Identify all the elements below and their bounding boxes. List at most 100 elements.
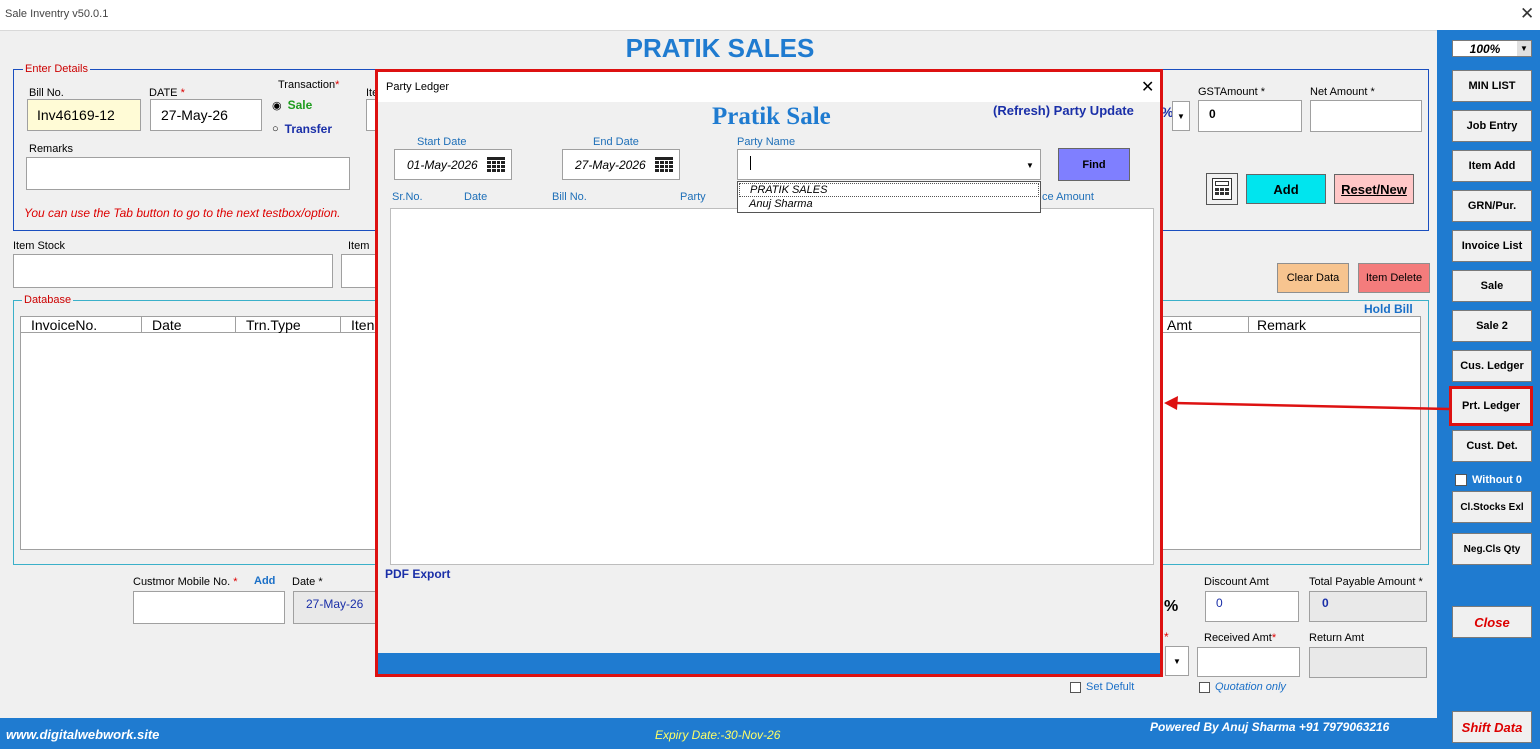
sidebar-job-entry[interactable]: Job Entry	[1452, 110, 1532, 142]
end-date-picker[interactable]: 27-May-2026	[562, 149, 680, 180]
transaction-label: Transaction*	[278, 79, 340, 91]
return-amt-field[interactable]	[1309, 647, 1427, 678]
checkbox-icon	[1455, 474, 1467, 486]
sidebar-cust-det[interactable]: Cust. Det.	[1452, 430, 1532, 462]
pdf-export-link[interactable]: PDF Export	[385, 567, 450, 581]
col-amt[interactable]: Amt	[1159, 317, 1249, 333]
radio-checked-icon: ◉	[272, 99, 282, 112]
sidebar-item-add[interactable]: Item Add	[1452, 150, 1532, 182]
without-zero-checkbox[interactable]: Without 0	[1455, 474, 1522, 486]
dropdown-arrow-icon: ▼	[1173, 656, 1181, 666]
transfer-radio[interactable]: ○ Transfer	[272, 122, 332, 136]
calendar-icon	[487, 156, 505, 173]
payment-mode-dropdown[interactable]: ▼	[1165, 646, 1189, 676]
sidebar-sale-2[interactable]: Sale 2	[1452, 310, 1532, 342]
dialog-heading: Pratik Sale	[712, 103, 831, 130]
bill-no-field[interactable]: Inv46169-12	[27, 99, 141, 131]
bottom-percent-sign: %	[1164, 598, 1179, 615]
footer-site[interactable]: www.digitalwebwork.site	[6, 727, 159, 742]
footer-powered: Powered By Anuj Sharma +91 7979063216	[1150, 720, 1390, 734]
party-dropdown-list[interactable]: PRATIK SALES Anuj Sharma	[737, 181, 1041, 213]
col-bill-no: Bill No.	[552, 191, 587, 203]
add-customer-link[interactable]: Add	[254, 575, 275, 587]
party-ledger-dialog: Party Ledger ✕ Pratik Sale (Refresh) Par…	[375, 69, 1163, 677]
party-option[interactable]: PRATIK SALES	[739, 183, 1039, 197]
gst-amount-label: GSTAmount *	[1198, 86, 1266, 98]
dialog-status-bar	[378, 653, 1160, 674]
item-field-stub-2[interactable]	[341, 254, 377, 288]
party-option[interactable]: Anuj Sharma	[738, 198, 1040, 212]
sidebar-min-list[interactable]: MIN LIST	[1452, 70, 1532, 102]
dropdown-arrow-icon: ▼	[1026, 161, 1034, 170]
refresh-party-update-link[interactable]: (Refresh) Party Update	[993, 103, 1134, 118]
net-amount-field[interactable]	[1310, 100, 1422, 132]
sidebar-grn-pur[interactable]: GRN/Pur.	[1452, 190, 1532, 222]
checkbox-icon	[1199, 681, 1210, 693]
item-stock-label: Item Stock	[13, 240, 65, 252]
col-remark[interactable]: Remark	[1249, 317, 1421, 333]
gst-amount-field[interactable]: 0	[1198, 100, 1302, 132]
sale-radio[interactable]: ◉ Sale	[272, 98, 312, 112]
sidebar-cl-stocks-exl[interactable]: Cl.Stocks Exl	[1452, 491, 1532, 523]
dialog-close-icon[interactable]: ✕	[1141, 77, 1154, 97]
calculator-button[interactable]	[1206, 173, 1238, 205]
clear-data-button[interactable]: Clear Data	[1277, 263, 1349, 293]
sidebar-close-button[interactable]: Close	[1452, 606, 1532, 638]
net-amount-label: Net Amount *	[1310, 86, 1375, 98]
set-default-checkbox[interactable]: Set Defult	[1070, 681, 1134, 693]
dropdown-arrow-icon: ▼	[1177, 111, 1185, 121]
sidebar-cus-ledger[interactable]: Cus. Ledger	[1452, 350, 1532, 382]
calendar-icon	[655, 156, 673, 173]
quotation-only-checkbox[interactable]: Quotation only	[1199, 681, 1286, 693]
radio-unchecked-icon: ○	[272, 123, 279, 135]
remarks-field[interactable]	[26, 157, 350, 190]
bottom-date-field[interactable]: 27-May-26	[293, 591, 379, 624]
customer-mobile-label: Custmor Mobile No. *	[133, 576, 238, 588]
database-legend: Database	[22, 294, 74, 306]
sidebar-prt-ledger[interactable]: Prt. Ledger	[1449, 386, 1533, 426]
party-name-combobox[interactable]: ▼	[737, 149, 1041, 180]
item-label-stub-2: Item	[348, 240, 370, 252]
discount-amt-field[interactable]: 0	[1205, 591, 1299, 622]
sidebar-invoice-list[interactable]: Invoice List	[1452, 230, 1532, 262]
find-button[interactable]: Find	[1058, 148, 1130, 181]
brand-title: PRATIK SALES	[625, 33, 815, 63]
sidebar-neg-cls-qty[interactable]: Neg.Cls Qty	[1452, 533, 1532, 565]
ledger-grid[interactable]	[390, 208, 1154, 565]
start-date-label: Start Date	[417, 136, 467, 148]
date-label: DATE *	[149, 87, 185, 99]
dropdown-arrow-icon: ▼	[1517, 41, 1531, 56]
window-close-icon[interactable]: ✕	[1520, 4, 1534, 24]
calculator-icon	[1212, 178, 1232, 200]
add-button[interactable]: Add	[1246, 174, 1326, 204]
zoom-select[interactable]: 100% ▼	[1452, 40, 1532, 57]
col-date[interactable]: Date	[142, 317, 236, 333]
end-date-label: End Date	[593, 136, 639, 148]
date-field[interactable]: 27-May-26	[150, 99, 262, 131]
sidebar-shift-data-button[interactable]: Shift Data	[1452, 711, 1532, 743]
discount-amt-label: Discount Amt	[1204, 576, 1269, 588]
hold-bill-link[interactable]: Hold Bill	[1364, 302, 1413, 316]
customer-mobile-field[interactable]	[133, 591, 285, 624]
received-amt-field[interactable]	[1197, 647, 1300, 677]
footer-expiry: Expiry Date:-30-Nov-26	[655, 728, 781, 742]
start-date-picker[interactable]: 01-May-2026	[394, 149, 512, 180]
enter-details-legend: Enter Details	[23, 63, 90, 75]
col-invoice-no[interactable]: InvoiceNo.	[21, 317, 142, 333]
sidebar-sale[interactable]: Sale	[1452, 270, 1532, 302]
window-title: Sale Inventry v50.0.1	[5, 8, 109, 20]
received-amt-label: Received Amt*	[1204, 632, 1277, 644]
col-trn-type[interactable]: Trn.Type	[236, 317, 341, 333]
col-party: Party	[680, 191, 706, 203]
total-payable-field[interactable]: 0	[1309, 591, 1427, 622]
reset-new-button[interactable]: Reset/New	[1334, 174, 1414, 204]
return-amt-label: Return Amt	[1309, 632, 1365, 644]
database-grid-header-right: Amt Remark	[1159, 317, 1421, 333]
bottom-date-label: Date *	[292, 576, 323, 588]
dialog-title: Party Ledger	[386, 81, 449, 93]
percent-dropdown[interactable]: ▼	[1172, 101, 1190, 131]
col-date: Date	[464, 191, 488, 203]
party-name-label: Party Name	[737, 136, 796, 148]
item-stock-field[interactable]	[13, 254, 333, 288]
item-delete-button[interactable]: Item Delete	[1358, 263, 1430, 293]
